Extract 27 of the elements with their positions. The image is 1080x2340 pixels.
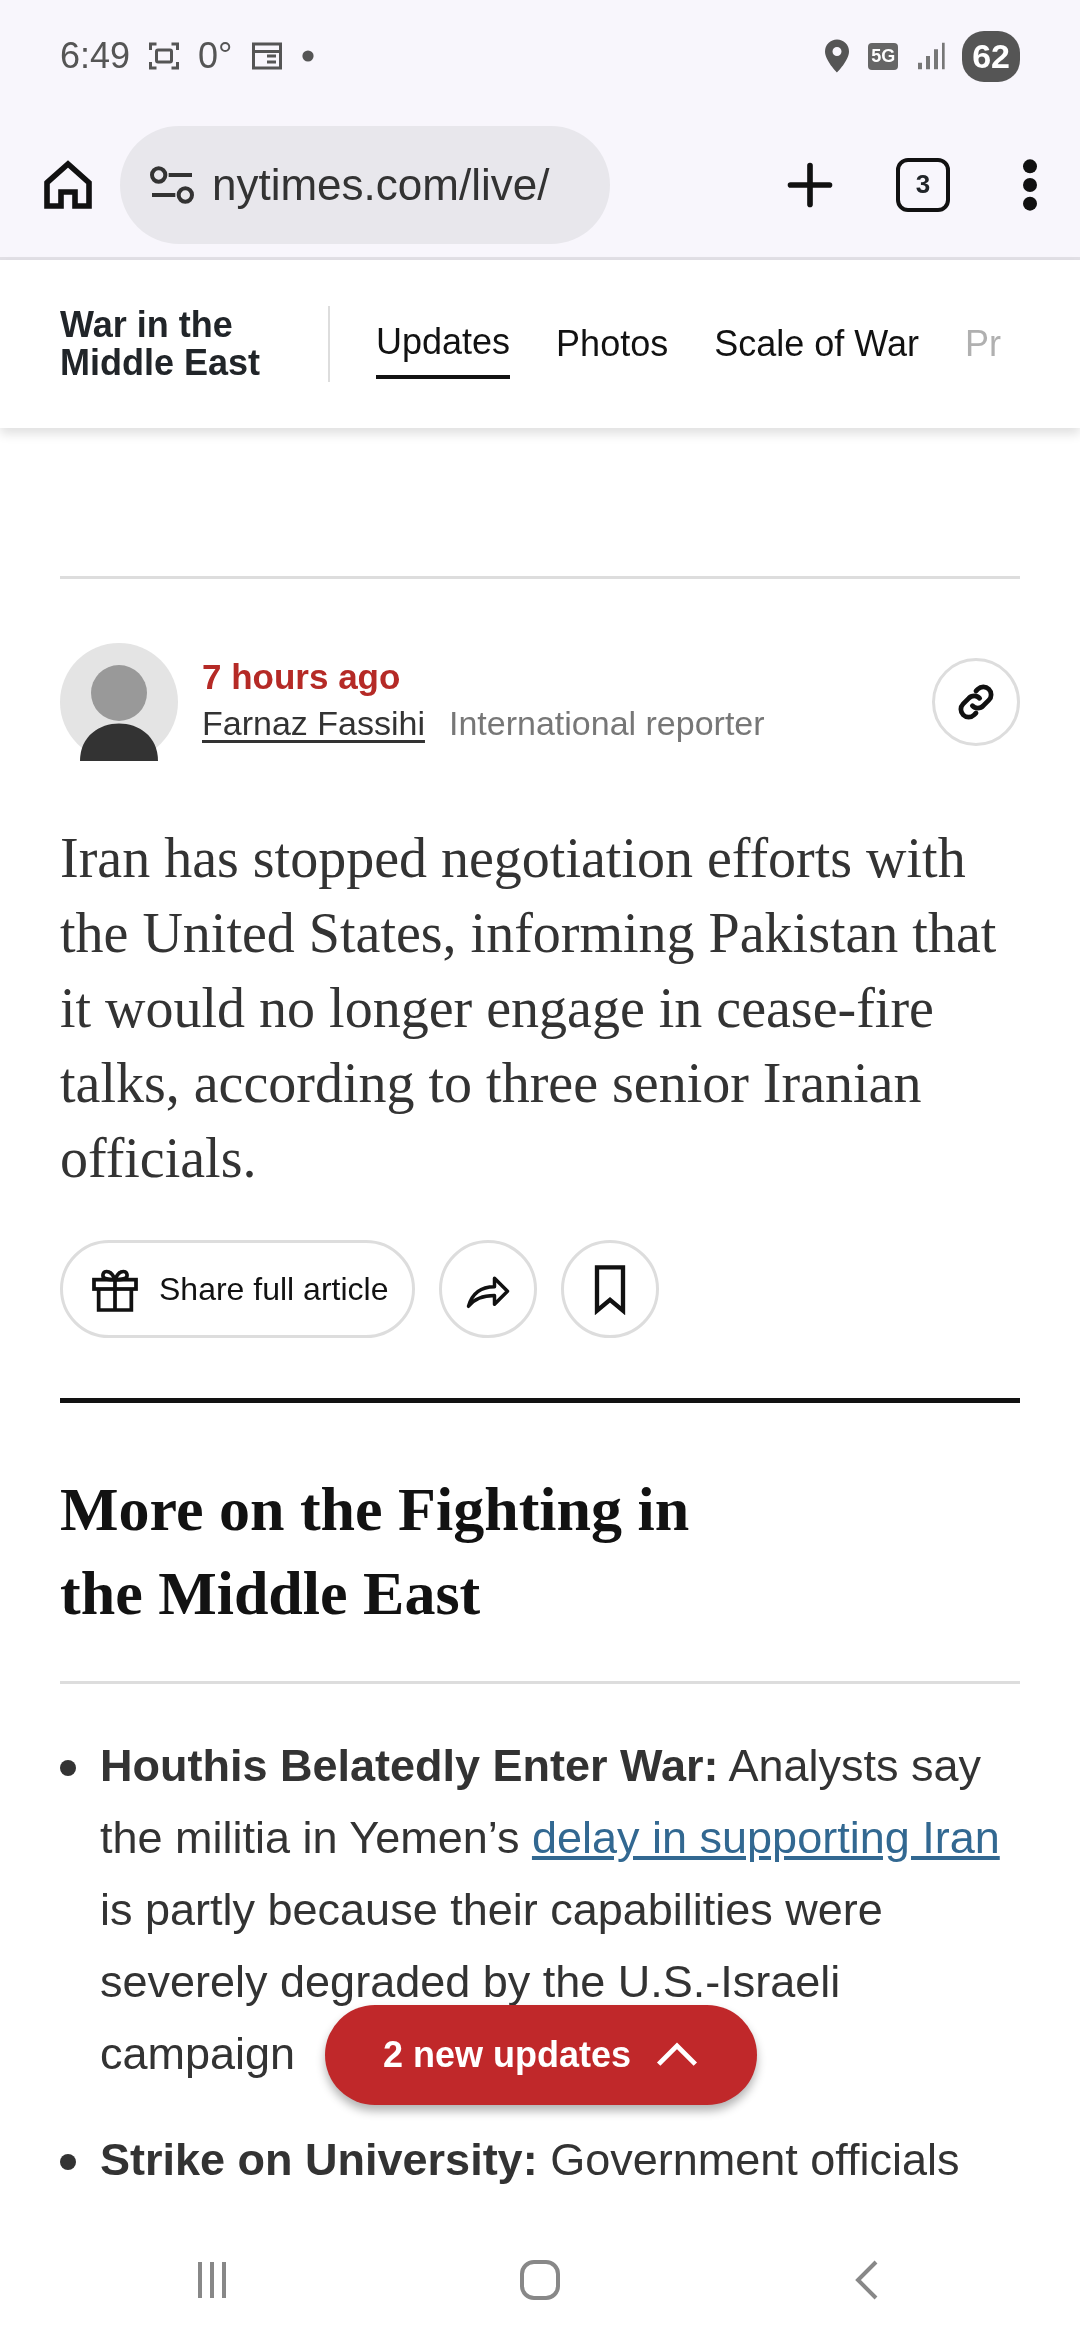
url-text: nytimes.com/live/	[212, 158, 550, 211]
tab-count-button[interactable]: 3	[896, 157, 950, 212]
author-role: International reporter	[448, 702, 765, 744]
section-tab[interactable]: Updates	[376, 309, 511, 379]
address-bar[interactable]: nytimes.com/live/	[120, 125, 610, 244]
dot-icon	[300, 49, 315, 63]
chevron-up-icon	[655, 2041, 700, 2069]
battery-level: 62	[962, 30, 1020, 82]
section-heading: More on the Fighting in the Middle East	[60, 1474, 691, 1629]
network-type: 5G	[868, 42, 899, 70]
bullet-icon	[60, 1760, 76, 1776]
author-link[interactable]: Farnaz Fassihi	[202, 697, 425, 749]
new-updates-button[interactable]: 2 new updates	[325, 2005, 757, 2105]
article-link[interactable]: delay in supporting Iran	[531, 1812, 1000, 1863]
clock-time: 6:49	[60, 34, 131, 78]
temperature: 0°	[198, 34, 233, 78]
share-article-button[interactable]: Share full article	[60, 1240, 416, 1338]
section-tab[interactable]: Scale of War	[714, 311, 919, 377]
bullet-icon	[60, 2154, 76, 2170]
post-body: Iran has stopped negotiation efforts with the United States, informing Pakistan that it would no longer engage in cease-fire talks, according to three senior Iranian officials.	[60, 826, 998, 1191]
bullet-text: Strike on University: Government officials	[100, 2133, 960, 2187]
more-icon	[1020, 156, 1040, 213]
section-title: War in the Middle East	[60, 306, 330, 382]
section-tab[interactable]: Photos	[556, 311, 669, 377]
site-settings-icon	[148, 164, 196, 205]
post-time: 7 hours ago	[202, 655, 402, 698]
menu-button[interactable]	[1020, 156, 1040, 213]
